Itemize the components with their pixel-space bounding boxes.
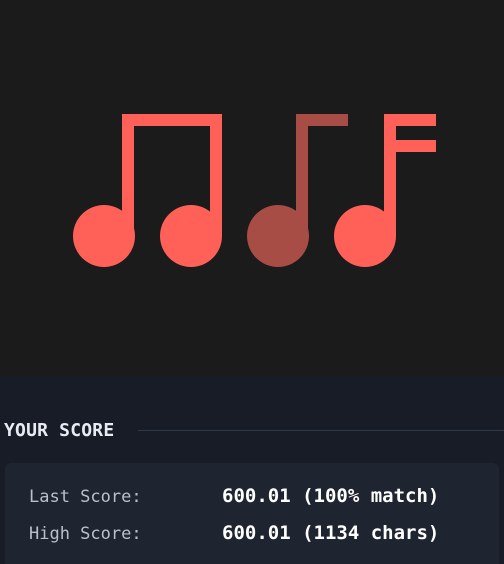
high-score-value: 600.01 (1134 chars) — [222, 522, 440, 544]
high-score-label: High Score: — [29, 524, 142, 544]
note-beam — [122, 114, 222, 126]
score-card: Last Score: 600.01 (100% match) High Sco… — [5, 463, 499, 564]
note-head-left — [73, 205, 135, 267]
music-notes-illustration — [73, 114, 436, 267]
app-page: YOUR SCORE Last Score: 600.01 (100% matc… — [0, 0, 504, 564]
high-score-row: High Score: 600.01 (1134 chars) — [5, 520, 499, 550]
score-title: YOUR SCORE — [4, 419, 115, 441]
note-head-right — [160, 205, 222, 267]
target-preview — [0, 0, 504, 376]
score-section: YOUR SCORE Last Score: 600.01 (100% matc… — [0, 376, 504, 564]
last-score-label: Last Score: — [29, 487, 142, 507]
score-header: YOUR SCORE — [4, 417, 504, 443]
note-head-dim — [247, 205, 309, 267]
eighth-note-icon — [247, 114, 348, 267]
last-score-value: 600.01 (100% match) — [222, 485, 440, 507]
score-divider — [138, 429, 504, 431]
last-score-row: Last Score: 600.01 (100% match) — [5, 483, 499, 513]
note-head-flag — [334, 205, 396, 267]
beamed-eighth-notes-icon — [73, 114, 222, 267]
eighth-note-flag-icon — [334, 114, 436, 267]
